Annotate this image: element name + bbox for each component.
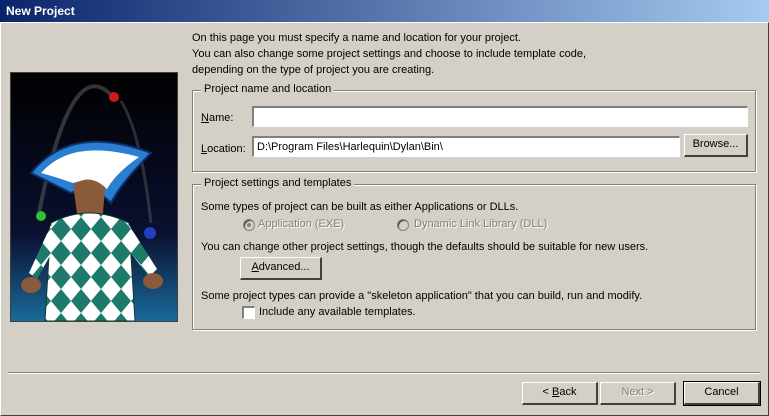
project-types-text: Some types of project can be built as ei…	[201, 201, 519, 213]
juggler-illustration	[10, 72, 178, 322]
radio-application-label: Application (EXE)	[258, 218, 345, 230]
location-input[interactable]	[252, 136, 680, 157]
name-input[interactable]	[252, 106, 748, 127]
advanced-button[interactable]: Advanced...	[240, 257, 322, 280]
name-label: Name:	[201, 112, 234, 124]
skeleton-text: Some project types can provide a "skelet…	[201, 290, 643, 302]
cancel-button[interactable]: Cancel	[683, 381, 761, 406]
name-location-legend: Project name and location	[201, 83, 335, 95]
radio-dll[interactable]	[397, 219, 409, 231]
other-settings-text: You can change other project settings, t…	[201, 241, 649, 253]
red-ball-icon	[109, 92, 119, 102]
browse-button[interactable]: Browse...	[684, 134, 748, 157]
location-label: Location:	[201, 143, 246, 155]
intro-text: On this page you must specify a name and…	[192, 30, 752, 78]
settings-legend: Project settings and templates	[201, 177, 355, 189]
back-button[interactable]: < Back	[522, 382, 598, 405]
include-templates-label: Include any available templates.	[259, 306, 416, 318]
intro-line-3: depending on the type of project you are…	[192, 64, 435, 76]
window-title: New Project	[0, 0, 769, 22]
name-location-group: Project name and location	[192, 83, 756, 172]
blue-ball-icon	[144, 227, 156, 239]
next-button[interactable]: Next >	[600, 382, 676, 405]
footer-separator	[8, 372, 760, 374]
intro-line-2: You can also change some project setting…	[192, 48, 587, 60]
radio-dll-label: Dynamic Link Library (DLL)	[414, 218, 548, 230]
green-ball-icon	[36, 211, 46, 221]
include-templates-checkbox[interactable]	[242, 306, 255, 319]
radio-application[interactable]	[243, 219, 255, 231]
intro-line-1: On this page you must specify a name and…	[192, 32, 521, 44]
